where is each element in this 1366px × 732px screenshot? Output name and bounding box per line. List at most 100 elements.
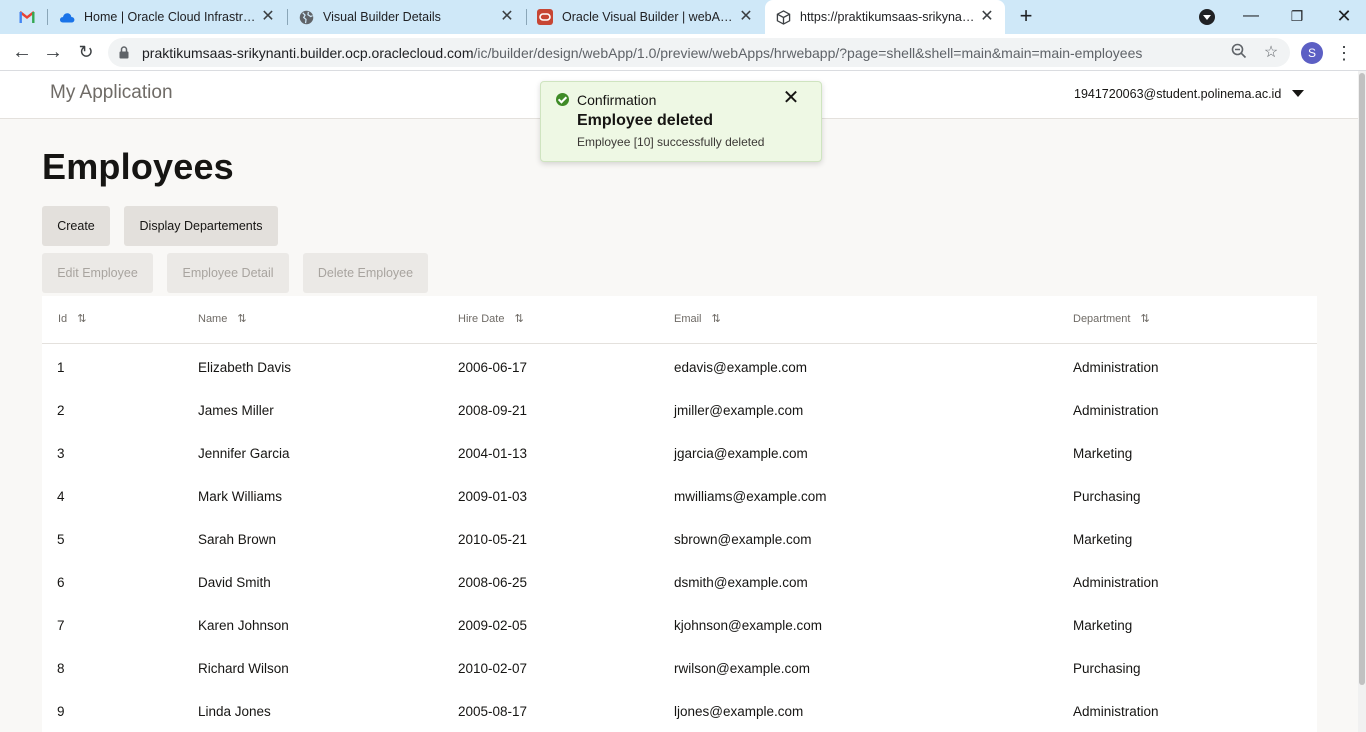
close-tab-icon[interactable]: ✕ [738, 9, 754, 25]
url-host: praktikumsaas-srikynanti.builder.ocp.ora… [142, 45, 474, 61]
sort-icon[interactable]: ⇅ [514, 313, 526, 325]
close-tab-icon[interactable]: ✕ [979, 9, 995, 25]
tab-visual-builder-details[interactable]: Visual Builder Details ✕ [289, 0, 525, 34]
url-path: /ic/builder/design/webApp/1.0/preview/we… [473, 45, 1143, 61]
column-header-hire-date[interactable]: Hire Date ⇅ [458, 313, 526, 325]
column-label: Hire Date [458, 313, 505, 325]
cell-department: Administration [1073, 360, 1159, 375]
cell-name: Richard Wilson [198, 661, 289, 676]
cell-email: sbrown@example.com [674, 532, 812, 547]
tab-title: Visual Builder Details [323, 10, 441, 24]
cell-id: 2 [57, 403, 65, 418]
page-title: Employees [42, 146, 234, 187]
cell-name: James Miller [198, 403, 274, 418]
page-scrollbar[interactable] [1358, 71, 1366, 732]
toast-category: Confirmation [577, 92, 657, 108]
cell-department: Purchasing [1073, 661, 1141, 676]
sort-icon[interactable]: ⇅ [712, 313, 724, 325]
success-check-icon [556, 93, 569, 106]
cell-hire-date: 2008-09-21 [458, 403, 528, 418]
tab-gmail[interactable] [8, 0, 46, 34]
back-icon[interactable]: ← [9, 40, 35, 66]
minimize-icon[interactable]: — [1237, 3, 1265, 29]
url-text[interactable]: praktikumsaas-srikynanti.builder.ocp.ora… [142, 45, 1142, 61]
zoom-icon[interactable] [1229, 43, 1249, 63]
cell-name: Linda Jones [198, 704, 271, 719]
cell-name: Mark Williams [198, 489, 282, 504]
browser-menu-icon[interactable]: ⋮ [1334, 41, 1354, 65]
cell-id: 1 [57, 360, 65, 375]
close-icon[interactable]: ✕ [782, 88, 800, 108]
sort-icon[interactable]: ⇅ [77, 313, 89, 325]
table-row[interactable]: 1 Elizabeth Davis 2006-06-17 edavis@exam… [42, 345, 1317, 388]
address-bar[interactable]: praktikumsaas-srikynanti.builder.ocp.ora… [108, 38, 1290, 67]
delete-employee-button[interactable]: Delete Employee [303, 253, 428, 293]
confirmation-toast: Confirmation Employee deleted Employee [… [540, 81, 822, 162]
scrollbar-thumb[interactable] [1359, 73, 1365, 685]
browser-toolbar: ← → ↻ praktikumsaas-srikynanti.builder.o… [0, 34, 1366, 71]
column-header-department[interactable]: Department ⇅ [1073, 313, 1152, 325]
cell-hire-date: 2009-01-03 [458, 489, 528, 504]
table-row[interactable]: 6 David Smith 2008-06-25 dsmith@example.… [42, 560, 1317, 603]
close-tab-icon[interactable]: ✕ [499, 9, 515, 25]
table-row[interactable]: 5 Sarah Brown 2010-05-21 sbrown@example.… [42, 517, 1317, 560]
cell-hire-date: 2008-06-25 [458, 575, 528, 590]
cell-email: ljones@example.com [674, 704, 804, 719]
toast-detail: Employee [10] successfully deleted [577, 135, 765, 149]
table-row[interactable]: 3 Jennifer Garcia 2004-01-13 jgarcia@exa… [42, 431, 1317, 474]
cell-department: Marketing [1073, 618, 1133, 633]
window-close-icon[interactable]: ✕ [1330, 3, 1358, 29]
display-departments-button[interactable]: Display Departements [124, 206, 278, 246]
cell-email: kjohnson@example.com [674, 618, 823, 633]
cell-department: Administration [1073, 575, 1159, 590]
cell-email: jgarcia@example.com [674, 446, 808, 461]
table-row[interactable]: 2 James Miller 2008-09-21 jmiller@exampl… [42, 388, 1317, 431]
tab-separator [287, 9, 288, 25]
sort-icon[interactable]: ⇅ [237, 313, 249, 325]
employee-detail-button[interactable]: Employee Detail [167, 253, 289, 293]
cell-email: rwilson@example.com [674, 661, 810, 676]
edit-employee-button[interactable]: Edit Employee [42, 253, 153, 293]
restore-icon[interactable]: ❐ [1283, 3, 1311, 29]
cell-department: Purchasing [1073, 489, 1141, 504]
user-menu-label[interactable]: 1941720063@student.polinema.ac.id [1074, 87, 1281, 101]
tab-oracle-visual-builder[interactable]: Oracle Visual Builder | webApp-1.0 ✕ [528, 0, 764, 34]
tab-title: Oracle Visual Builder | webApp-1.0 [562, 10, 734, 24]
tab-active-preview[interactable]: https://praktikumsaas-srikynanti.builder… [765, 0, 1005, 34]
create-button[interactable]: Create [42, 206, 110, 246]
column-label: Department [1073, 313, 1131, 325]
table-row[interactable]: 9 Linda Jones 2005-08-17 ljones@example.… [42, 689, 1317, 732]
bookmark-star-icon[interactable]: ☆ [1261, 43, 1281, 63]
user-menu-caret-icon[interactable] [1292, 90, 1304, 97]
tab-search-icon[interactable] [1199, 9, 1215, 25]
cell-hire-date: 2005-08-17 [458, 704, 528, 719]
cell-hire-date: 2006-06-17 [458, 360, 528, 375]
app-name: My Application [50, 82, 173, 103]
cell-name: David Smith [198, 575, 271, 590]
column-label: Id [58, 313, 68, 325]
cell-id: 8 [57, 661, 65, 676]
table-header: Id ⇅ Name ⇅ Hire Date ⇅ Email ⇅ Department ⇅ [42, 296, 1317, 344]
table-row[interactable]: 7 Karen Johnson 2009-02-05 kjohnson@exam… [42, 603, 1317, 646]
close-tab-icon[interactable]: ✕ [260, 9, 276, 25]
column-header-id[interactable]: Id ⇅ [58, 313, 89, 325]
lock-icon[interactable] [119, 46, 129, 59]
table-row[interactable]: 4 Mark Williams 2009-01-03 mwilliams@exa… [42, 474, 1317, 517]
browser-tab-bar: Home | Oracle Cloud Infrastructure ✕ Vis… [0, 0, 1366, 34]
gmail-icon [19, 9, 35, 25]
forward-icon[interactable]: → [40, 40, 66, 66]
tab-oracle-cloud-home[interactable]: Home | Oracle Cloud Infrastructure ✕ [50, 0, 286, 34]
cell-name: Sarah Brown [198, 532, 277, 547]
sort-icon[interactable]: ⇅ [1140, 313, 1152, 325]
cell-name: Elizabeth Davis [198, 360, 292, 375]
cell-hire-date: 2010-05-21 [458, 532, 528, 547]
reload-icon[interactable]: ↻ [73, 40, 99, 66]
column-header-name[interactable]: Name ⇅ [198, 313, 249, 325]
table-row[interactable]: 8 Richard Wilson 2010-02-07 rwilson@exam… [42, 646, 1317, 689]
cell-id: 6 [57, 575, 65, 590]
profile-avatar[interactable]: S [1301, 42, 1323, 64]
new-tab-icon[interactable]: + [1014, 4, 1038, 28]
column-label: Name [198, 313, 228, 325]
column-header-email[interactable]: Email ⇅ [674, 313, 724, 325]
cell-email: jmiller@example.com [674, 403, 804, 418]
